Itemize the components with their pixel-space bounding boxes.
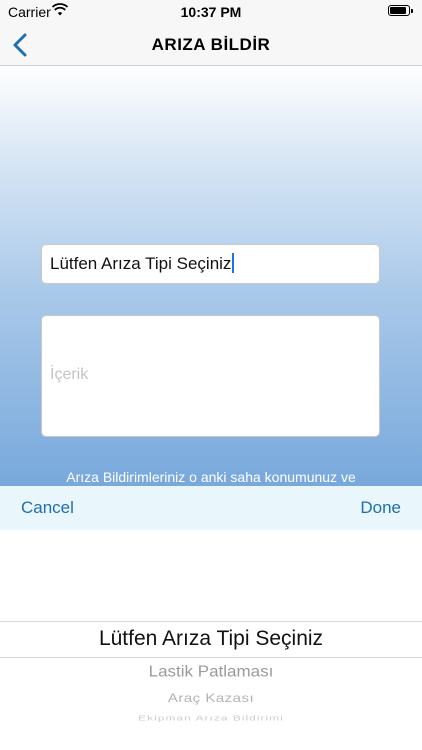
- picker-option[interactable]: Ekipman Arıza Bildirimi: [0, 714, 422, 722]
- battery-icon: [388, 5, 413, 16]
- navigation-bar: ARIZA BİLDİR: [0, 24, 422, 66]
- text-caret: [232, 253, 235, 273]
- picker-selection-bottom-line: [0, 657, 422, 658]
- done-button[interactable]: Done: [360, 498, 401, 518]
- info-text: Arıza Bildirimleriniz o anki saha konumu…: [66, 469, 356, 485]
- fault-type-value: Lütfen Arıza Tipi Seçiniz: [50, 254, 232, 273]
- content-textarea[interactable]: İçerik: [41, 315, 380, 437]
- picker-selection-top-line: [0, 621, 422, 622]
- picker-option[interactable]: Lastik Patlaması: [0, 663, 422, 682]
- picker-option[interactable]: Araç Kazası: [0, 692, 422, 706]
- picker-toolbar: Cancel Done: [0, 486, 422, 530]
- cancel-button[interactable]: Cancel: [21, 498, 74, 518]
- page-title: ARIZA BİLDİR: [151, 35, 271, 54]
- clock: 10:37 PM: [180, 4, 242, 20]
- status-bar: Carrier 10:37 PM: [0, 0, 422, 24]
- fault-report-form: Lütfen Arıza Tipi Seçiniz İçerik Arıza B…: [0, 66, 422, 486]
- picker-option-selected[interactable]: Lütfen Arıza Tipi Seçiniz: [0, 627, 422, 651]
- fault-type-picker[interactable]: Lütfen Arıza Tipi Seçiniz Lastik Patlama…: [0, 530, 422, 750]
- content-placeholder: İçerik: [50, 366, 89, 383]
- fault-type-field[interactable]: Lütfen Arıza Tipi Seçiniz: [41, 244, 380, 284]
